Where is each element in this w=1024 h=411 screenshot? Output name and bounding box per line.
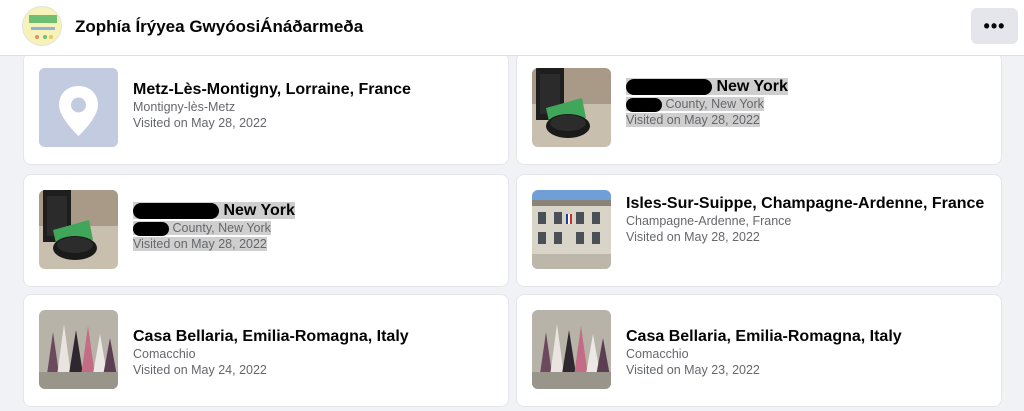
check-in-card[interactable]: Casa Bellaria, Emilia-Romagna, Italy Com…: [516, 294, 1002, 407]
check-in-card[interactable]: Metz-Lès-Montigny, Lorraine, France Mont…: [23, 56, 509, 165]
top-bar: Zophía Írýyea GwyóosiÁnáðarmeða •••: [0, 0, 1024, 56]
place-title[interactable]: Metz-Lès-Montigny, Lorraine, France: [133, 80, 496, 99]
place-title-row[interactable]: New York: [133, 201, 496, 220]
place-subtitle-row: County, New York: [133, 220, 496, 236]
check-in-card[interactable]: New York County, New York Visited on May…: [516, 56, 1002, 165]
place-subtitle: County, New York: [172, 221, 271, 235]
visited-date: Visited on May 24, 2022: [133, 363, 267, 377]
visited-date: Visited on May 28, 2022: [133, 237, 267, 251]
redaction-mark: [626, 78, 712, 95]
ornaments-photo: [532, 310, 611, 389]
profile-name[interactable]: Zophía Írýyea GwyóosiÁnáðarmeða: [75, 17, 363, 37]
visited-date-row: Visited on May 28, 2022: [133, 236, 496, 252]
place-title: New York: [223, 202, 295, 219]
redaction-mark: [626, 97, 662, 112]
card-info: Casa Bellaria, Emilia-Romagna, Italy Com…: [626, 327, 989, 378]
visited-date-row: Visited on May 28, 2022: [626, 112, 989, 128]
visited-date: Visited on May 28, 2022: [626, 230, 760, 244]
avatar[interactable]: [22, 6, 62, 46]
place-title-row[interactable]: New York: [626, 77, 989, 96]
place-subtitle: Comacchio: [626, 347, 689, 361]
card-info: Isles-Sur-Suippe, Champagne-Ardenne, Fra…: [626, 194, 989, 245]
place-subtitle: Champagne-Ardenne, France: [626, 214, 792, 228]
map-pin-icon: [39, 68, 118, 147]
place-title[interactable]: Casa Bellaria, Emilia-Romagna, Italy: [133, 327, 496, 346]
visited-date: Visited on May 28, 2022: [133, 116, 267, 130]
redaction-mark: [133, 221, 169, 236]
place-title[interactable]: Isles-Sur-Suippe, Champagne-Ardenne, Fra…: [626, 194, 989, 213]
building-photo: [532, 190, 611, 269]
more-options-button[interactable]: •••: [971, 8, 1018, 44]
place-subtitle-row: County, New York: [626, 96, 989, 112]
card-info: New York County, New York Visited on May…: [133, 201, 496, 252]
redaction-mark: [133, 202, 219, 219]
check-ins-grid: Metz-Lès-Montigny, Lorraine, France Mont…: [0, 56, 1024, 411]
ornaments-photo: [39, 310, 118, 389]
card-info: Metz-Lès-Montigny, Lorraine, France Mont…: [133, 80, 496, 131]
visited-date: Visited on May 28, 2022: [626, 113, 760, 127]
card-info: Casa Bellaria, Emilia-Romagna, Italy Com…: [133, 327, 496, 378]
check-in-card[interactable]: New York County, New York Visited on May…: [23, 174, 509, 287]
check-in-card[interactable]: Isles-Sur-Suippe, Champagne-Ardenne, Fra…: [516, 174, 1002, 287]
place-title: New York: [716, 78, 788, 95]
check-in-card[interactable]: Casa Bellaria, Emilia-Romagna, Italy Com…: [23, 294, 509, 407]
phone-photo: [532, 68, 611, 147]
place-title[interactable]: Casa Bellaria, Emilia-Romagna, Italy: [626, 327, 989, 346]
phone-photo: [39, 190, 118, 269]
place-subtitle: Comacchio: [133, 347, 196, 361]
place-subtitle: Montigny-lès-Metz: [133, 100, 236, 114]
visited-date: Visited on May 23, 2022: [626, 363, 760, 377]
card-info: New York County, New York Visited on May…: [626, 77, 989, 128]
place-subtitle: County, New York: [665, 97, 764, 111]
